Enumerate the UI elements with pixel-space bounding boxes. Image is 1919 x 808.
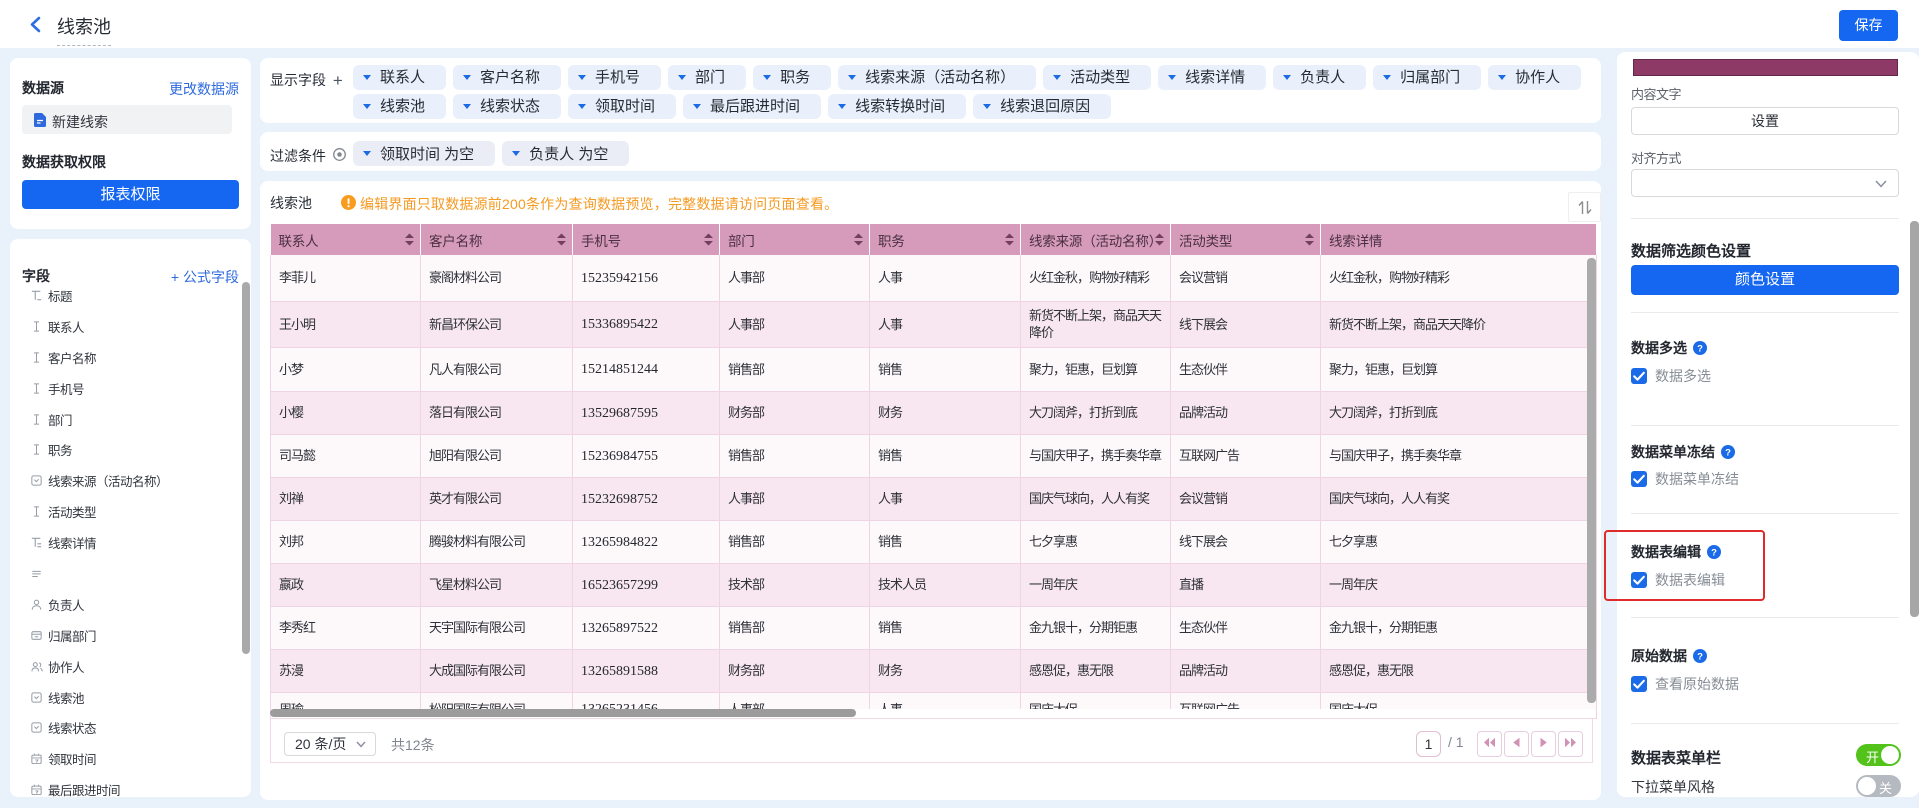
svg-text:?: ? [1697, 651, 1703, 662]
svg-text:?: ? [1697, 343, 1703, 354]
svg-text:?: ? [1711, 547, 1717, 558]
svg-text:?: ? [1725, 447, 1731, 458]
